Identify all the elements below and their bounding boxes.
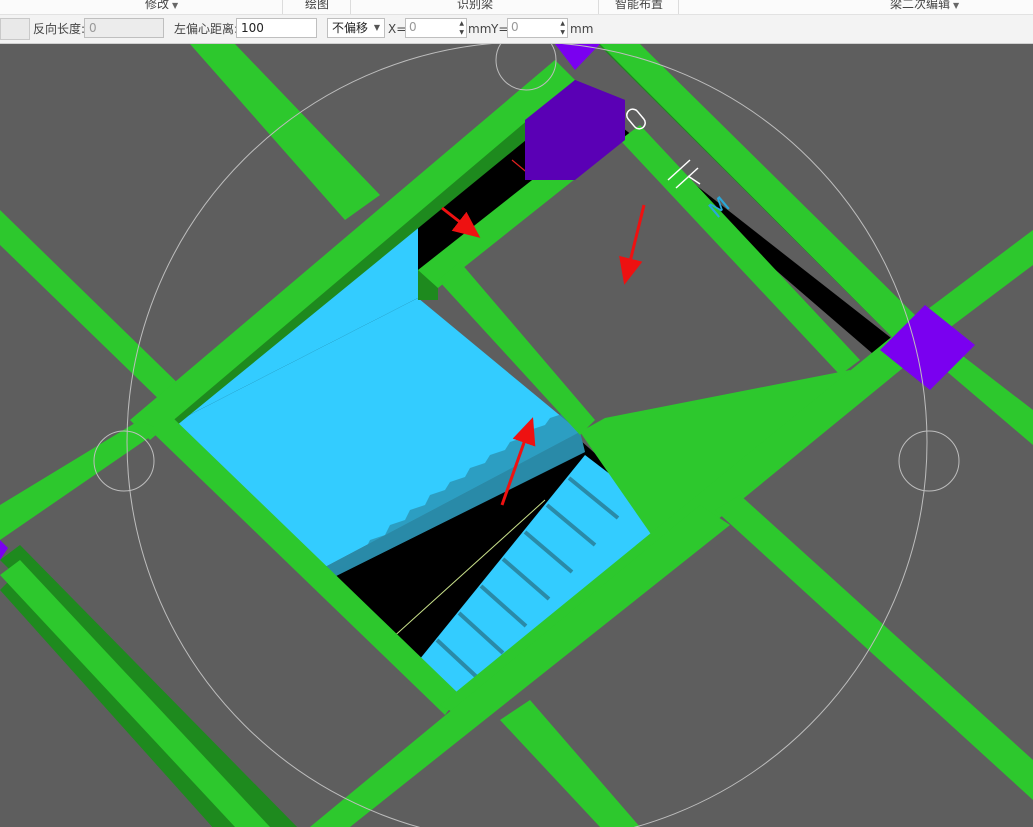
ribbon-group-draw[interactable]: 绘图 bbox=[305, 0, 329, 13]
draw-options-toolbar: 反向长度: 左偏心距离: 不偏移 ▼ X= 0 ▲▼ mm Y= 0 ▲▼ mm bbox=[0, 15, 1033, 44]
ribbon-group-label: 绘图 bbox=[305, 0, 330, 11]
ribbon-group-beam-secondary-edit[interactable]: 梁二次编辑 ▼ bbox=[890, 0, 959, 13]
offset-mode-value: 不偏移 bbox=[332, 21, 369, 35]
ribbon-group-modify[interactable]: 修改 ▼ bbox=[145, 0, 178, 13]
x-coordinate-spinner[interactable]: 0 ▲ ▼ bbox=[405, 18, 467, 38]
ribbon-divider bbox=[282, 0, 283, 14]
x-unit: mm bbox=[468, 22, 492, 36]
y-value: 0 bbox=[511, 20, 519, 34]
ribbon-divider bbox=[678, 0, 679, 14]
y-coordinate-spinner[interactable]: 0 ▲ ▼ bbox=[507, 18, 568, 38]
viewport-canvas[interactable]: M bbox=[0, 44, 1033, 827]
chevron-down-icon: ▼ bbox=[172, 1, 179, 10]
x-label: X= bbox=[388, 22, 407, 36]
spinner-arrows-icon[interactable]: ▲ ▼ bbox=[560, 19, 565, 37]
x-value: 0 bbox=[409, 20, 417, 34]
ribbon-group-label: 识别梁 bbox=[457, 0, 494, 11]
left-offset-label: 左偏心距离: bbox=[174, 22, 239, 36]
chevron-down-icon: ▼ bbox=[373, 23, 380, 32]
y-unit: mm bbox=[570, 22, 594, 36]
ribbon-divider bbox=[598, 0, 599, 14]
model-3d-viewport[interactable]: M bbox=[0, 44, 1033, 827]
y-label: Y= bbox=[491, 22, 509, 36]
ribbon-group-bar: 修改 ▼ 绘图 识别梁 智能布置 梁二次编辑 ▼ bbox=[0, 0, 1033, 15]
left-offset-input[interactable] bbox=[236, 18, 317, 38]
ribbon-group-identify-beam[interactable]: 识别梁 bbox=[457, 0, 493, 13]
previous-field-fragment[interactable] bbox=[0, 18, 30, 40]
reverse-length-input[interactable] bbox=[84, 18, 164, 38]
ribbon-divider bbox=[350, 0, 351, 14]
ribbon-group-smart-layout[interactable]: 智能布置 bbox=[615, 0, 663, 13]
chevron-down-icon: ▼ bbox=[953, 1, 960, 10]
ribbon-group-label: 梁二次编辑 bbox=[890, 0, 951, 11]
ribbon-group-label: 修改 bbox=[145, 0, 170, 11]
offset-mode-select[interactable]: 不偏移 ▼ bbox=[327, 18, 385, 38]
spinner-arrows-icon[interactable]: ▲ ▼ bbox=[459, 19, 464, 37]
ribbon-group-label: 智能布置 bbox=[615, 0, 664, 11]
reverse-length-label: 反向长度: bbox=[33, 22, 86, 36]
